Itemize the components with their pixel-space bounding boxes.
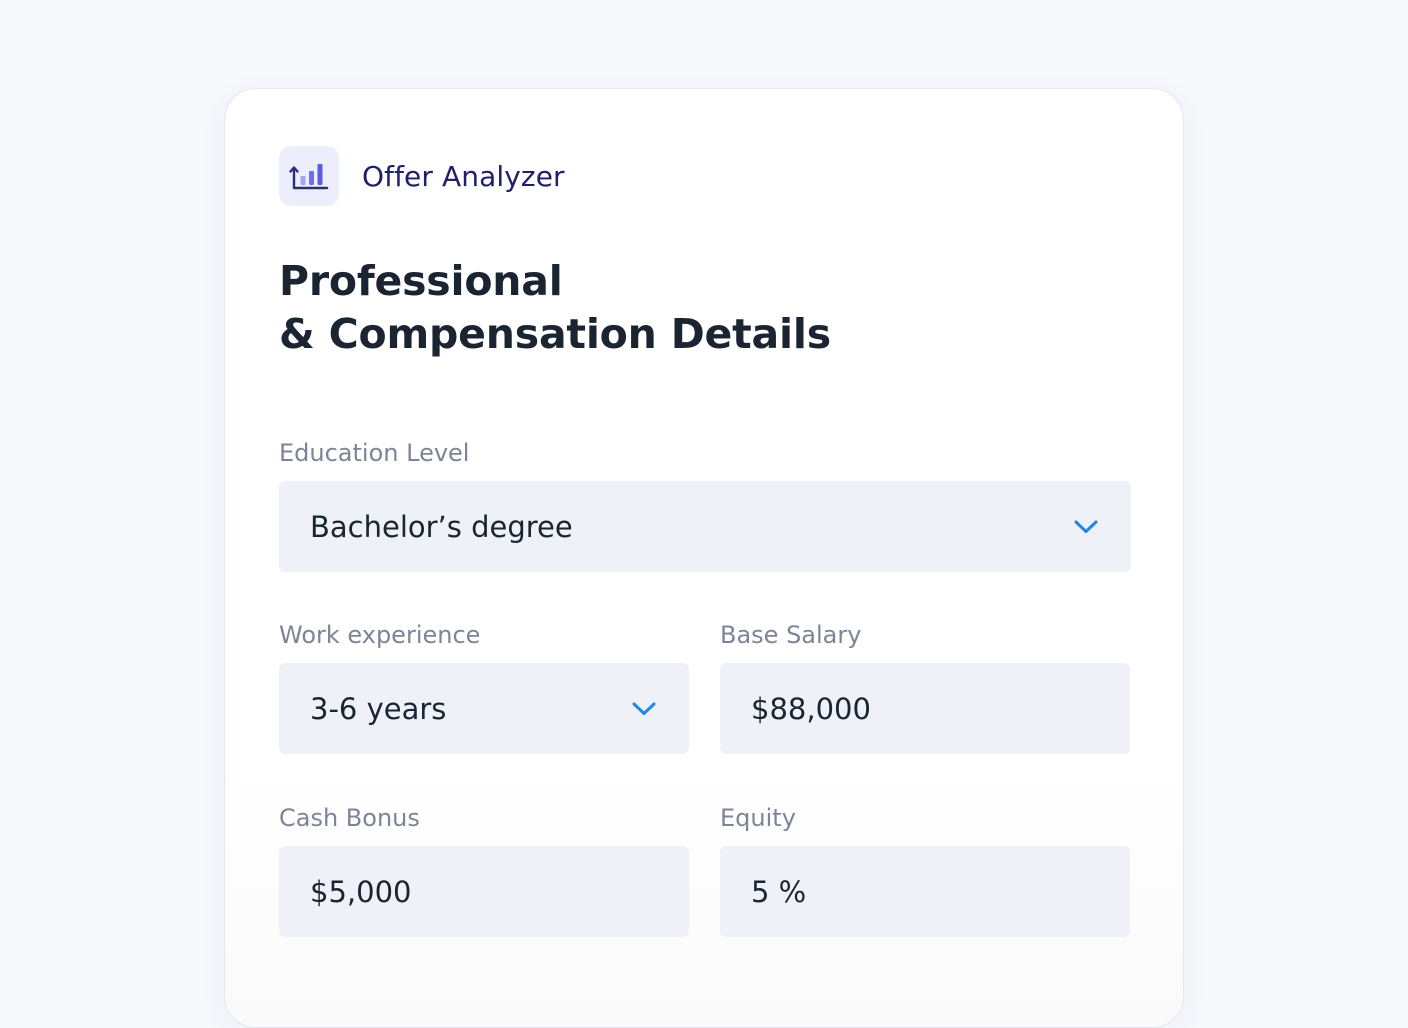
equity-input[interactable]: 5 % [720, 846, 1130, 937]
equity-label: Equity [720, 804, 796, 832]
base-salary-label: Base Salary [720, 621, 862, 649]
bar-chart-growth-icon [279, 146, 339, 206]
base-salary-input[interactable]: $88,000 [720, 663, 1130, 754]
cash-bonus-label: Cash Bonus [279, 804, 420, 832]
base-salary-value: $88,000 [751, 691, 871, 726]
offer-analyzer-card: Offer Analyzer Professional & Compensati… [224, 88, 1184, 1028]
page-title-line-2: & Compensation Details [279, 310, 831, 358]
equity-value: 5 % [751, 874, 807, 909]
work-experience-select[interactable]: 3-6 years [279, 663, 689, 754]
education-level-label: Education Level [279, 439, 470, 467]
chevron-down-icon [632, 702, 656, 715]
app-title: Offer Analyzer [362, 159, 565, 193]
cash-bonus-value: $5,000 [310, 874, 412, 909]
app-header: Offer Analyzer [279, 146, 565, 206]
work-experience-label: Work experience [279, 621, 481, 649]
cash-bonus-input[interactable]: $5,000 [279, 846, 689, 937]
chevron-down-icon [1074, 520, 1098, 533]
education-level-value: Bachelor’s degree [310, 509, 573, 544]
page-title: Professional & Compensation Details [279, 255, 831, 361]
education-level-select[interactable]: Bachelor’s degree [279, 481, 1131, 572]
work-experience-value: 3-6 years [310, 691, 447, 726]
page-title-line-1: Professional [279, 257, 563, 305]
